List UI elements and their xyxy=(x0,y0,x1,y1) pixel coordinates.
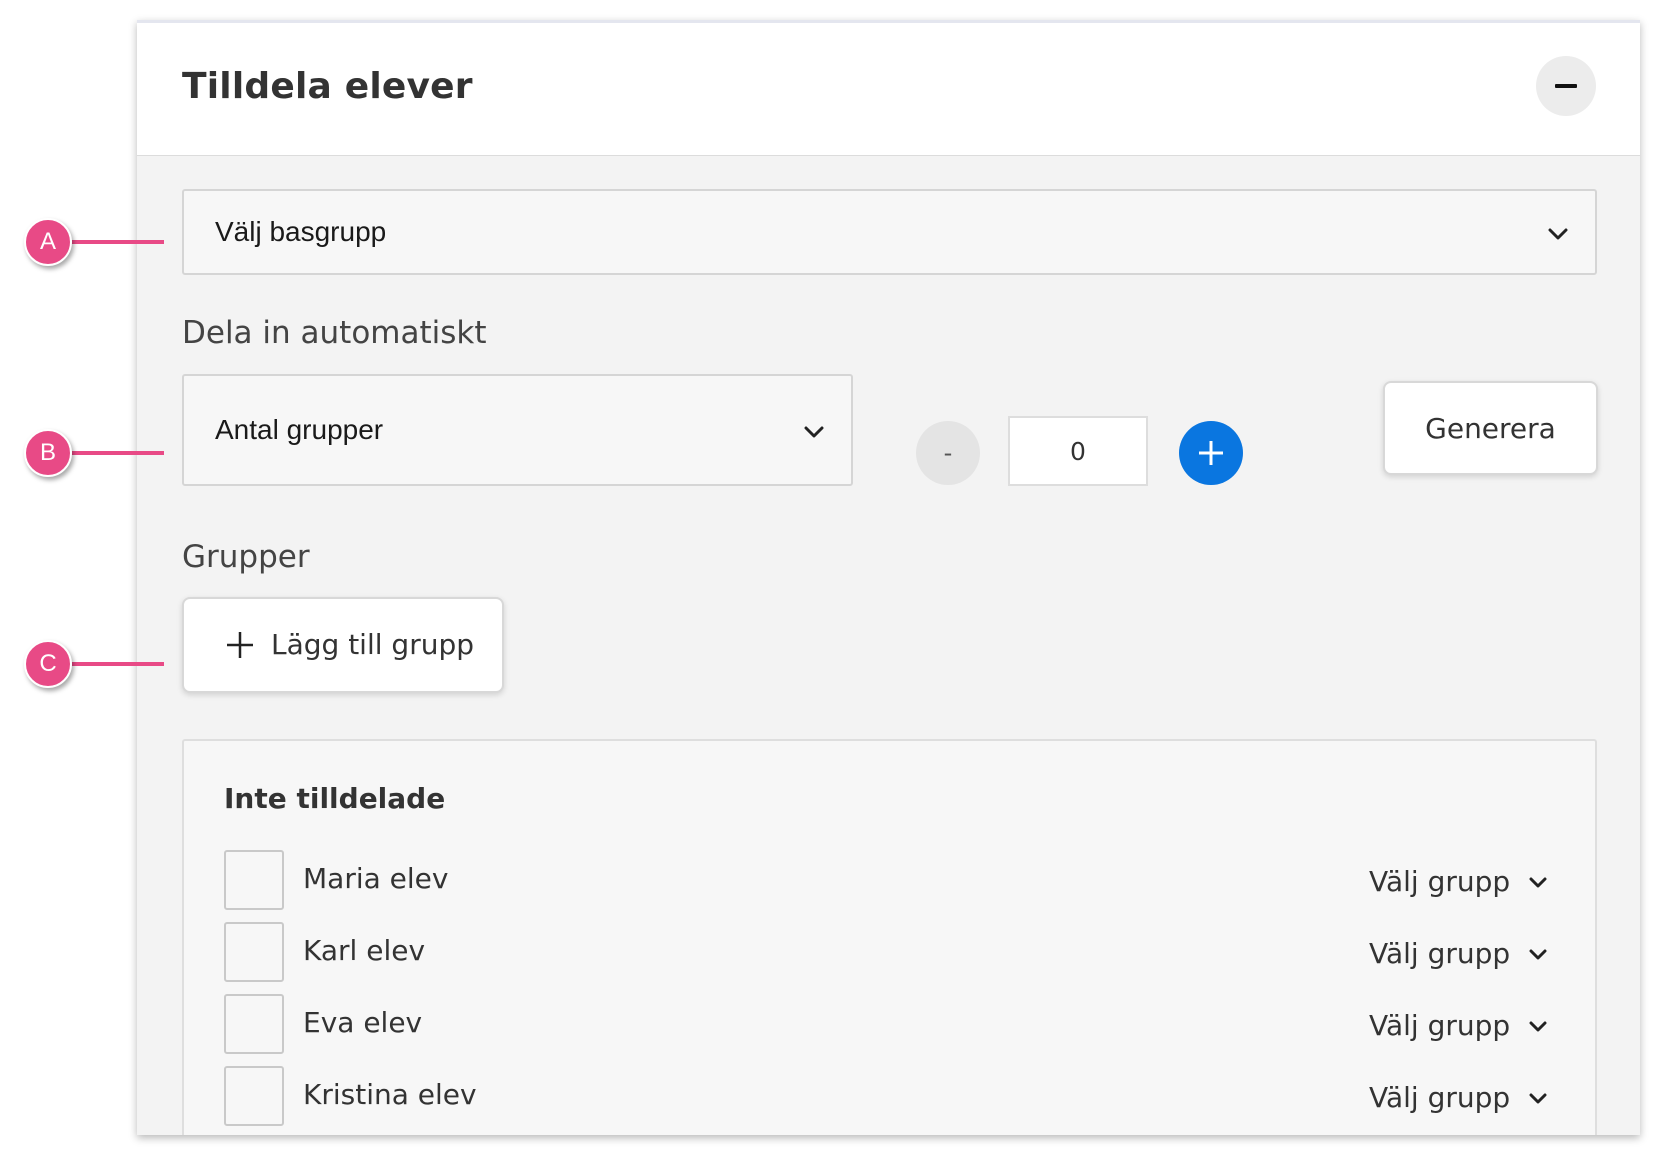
student-checkbox[interactable] xyxy=(224,922,284,982)
panel-header: Tilldela elever xyxy=(137,23,1640,156)
student-group-select[interactable]: Välj grupp xyxy=(1369,1000,1559,1050)
chevron-down-icon xyxy=(1529,949,1547,960)
callout-line-c xyxy=(72,662,164,666)
group-select-label: Välj grupp xyxy=(1369,1081,1511,1114)
add-group-button[interactable]: Lägg till grupp xyxy=(182,597,504,693)
group-count-input[interactable] xyxy=(1008,416,1148,486)
collapse-button[interactable] xyxy=(1536,56,1596,116)
increment-button[interactable] xyxy=(1179,421,1243,485)
student-checkbox[interactable] xyxy=(224,994,284,1054)
chevron-down-icon xyxy=(1529,1093,1547,1104)
student-group-select[interactable]: Välj grupp xyxy=(1369,1072,1559,1122)
groups-label: Grupper xyxy=(182,539,310,575)
callout-letter: B xyxy=(39,439,56,466)
student-row: Eva elev Välj grupp xyxy=(184,994,1595,1056)
chevron-down-icon xyxy=(1529,1021,1547,1032)
student-row: Maria elev Välj grupp xyxy=(184,850,1595,912)
callout-letter: A xyxy=(39,228,56,255)
callout-badge-c: C xyxy=(24,640,72,688)
student-name: Eva elev xyxy=(303,1006,423,1039)
minus-icon xyxy=(1555,84,1577,88)
callout-line-b xyxy=(72,451,164,455)
generate-button[interactable]: Generera xyxy=(1383,381,1598,475)
callout-line-a xyxy=(72,240,164,244)
panel-title: Tilldela elever xyxy=(182,66,473,107)
plus-icon xyxy=(227,632,253,658)
student-row: Kristina elev Välj grupp xyxy=(184,1066,1595,1128)
add-group-label: Lägg till grupp xyxy=(271,628,474,661)
basgrupp-select[interactable]: Välj basgrupp xyxy=(182,189,1597,275)
callout-badge-a: A xyxy=(24,218,72,266)
decrement-button[interactable]: - xyxy=(916,421,980,485)
student-row: Karl elev Välj grupp xyxy=(184,922,1595,984)
basgrupp-select-label: Välj basgrupp xyxy=(215,216,387,247)
unassigned-title: Inte tilldelade xyxy=(224,782,446,815)
callout-badge-b: B xyxy=(24,429,72,477)
student-group-select[interactable]: Välj grupp xyxy=(1369,928,1559,978)
student-checkbox[interactable] xyxy=(224,1066,284,1126)
callout-letter: C xyxy=(39,650,57,677)
student-name: Maria elev xyxy=(303,862,449,895)
plus-icon xyxy=(1199,441,1223,465)
decrement-label: - xyxy=(943,439,953,467)
unassigned-students-list: Inte tilldelade Maria elev Välj grupp Ka… xyxy=(182,739,1597,1135)
student-checkbox[interactable] xyxy=(224,850,284,910)
group-select-label: Välj grupp xyxy=(1369,1009,1511,1042)
student-group-select[interactable]: Välj grupp xyxy=(1369,856,1559,906)
group-mode-select[interactable]: Antal grupper xyxy=(182,374,853,486)
student-name: Kristina elev xyxy=(303,1078,477,1111)
student-name: Karl elev xyxy=(303,934,426,967)
group-select-label: Välj grupp xyxy=(1369,937,1511,970)
chevron-down-icon xyxy=(1548,228,1568,240)
auto-split-label: Dela in automatiskt xyxy=(182,315,487,351)
assign-students-panel: Tilldela elever Välj basgrupp Dela in au… xyxy=(137,20,1640,1135)
group-mode-select-label: Antal grupper xyxy=(215,414,384,445)
chevron-down-icon xyxy=(1529,877,1547,888)
chevron-down-icon xyxy=(804,426,824,438)
generate-button-label: Generera xyxy=(1425,412,1556,445)
group-select-label: Välj grupp xyxy=(1369,865,1511,898)
